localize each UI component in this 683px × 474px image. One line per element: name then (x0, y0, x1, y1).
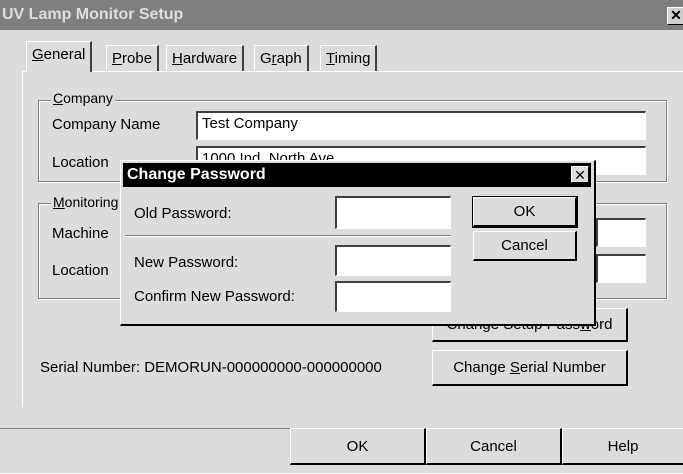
company-group-label: Company (51, 90, 115, 106)
monitoring-machine-label: Machine (52, 225, 109, 242)
monitoring-location-label: Location (52, 262, 109, 279)
tab-probe[interactable]: Probe (106, 45, 160, 71)
serial-number-text: Serial Number: DEMORUN-000000000-0000000… (40, 359, 382, 376)
old-password-label: Old Password: (134, 205, 232, 222)
company-name-field[interactable]: Test Company (196, 111, 646, 140)
change-serial-number-button[interactable]: Change Serial Number (432, 350, 628, 386)
dialog-ok-button[interactable]: OK (472, 196, 578, 228)
tab-hardware[interactable]: Hardware (166, 45, 245, 71)
monitoring-location-field[interactable] (596, 254, 646, 283)
close-icon[interactable]: ✕ (667, 7, 683, 25)
dialog-cancel-button[interactable]: Cancel (473, 231, 577, 261)
window-title: UV Lamp Monitor Setup (2, 6, 184, 23)
tab-timing[interactable]: Timing (320, 45, 378, 71)
cancel-button[interactable]: Cancel (426, 428, 562, 465)
dialog-close-icon[interactable]: ✕ (571, 166, 589, 183)
dialog-title: Change Password (127, 166, 266, 183)
tab-general[interactable]: General (26, 41, 93, 72)
new-password-label: New Password: (134, 254, 239, 271)
monitoring-group-label: Monitoring (51, 194, 121, 210)
change-password-dialog: Change Password ✕ Old Password: New Pass… (120, 160, 596, 326)
company-location-label: Location (52, 154, 109, 171)
help-button[interactable]: Help (562, 428, 683, 465)
monitoring-machine-field[interactable] (596, 218, 646, 247)
new-password-field[interactable] (335, 245, 451, 276)
window-titlebar[interactable]: UV Lamp Monitor Setup ✕ (0, 0, 683, 30)
ok-button[interactable]: OK (290, 428, 426, 465)
confirm-password-field[interactable] (335, 281, 451, 312)
dialog-separator (125, 235, 451, 237)
company-name-label: Company Name (52, 116, 161, 133)
confirm-password-label: Confirm New Password: (134, 288, 295, 305)
tab-graph[interactable]: Graph (254, 45, 309, 71)
old-password-field[interactable] (335, 196, 451, 229)
dialog-titlebar[interactable]: Change Password ✕ (123, 163, 591, 187)
